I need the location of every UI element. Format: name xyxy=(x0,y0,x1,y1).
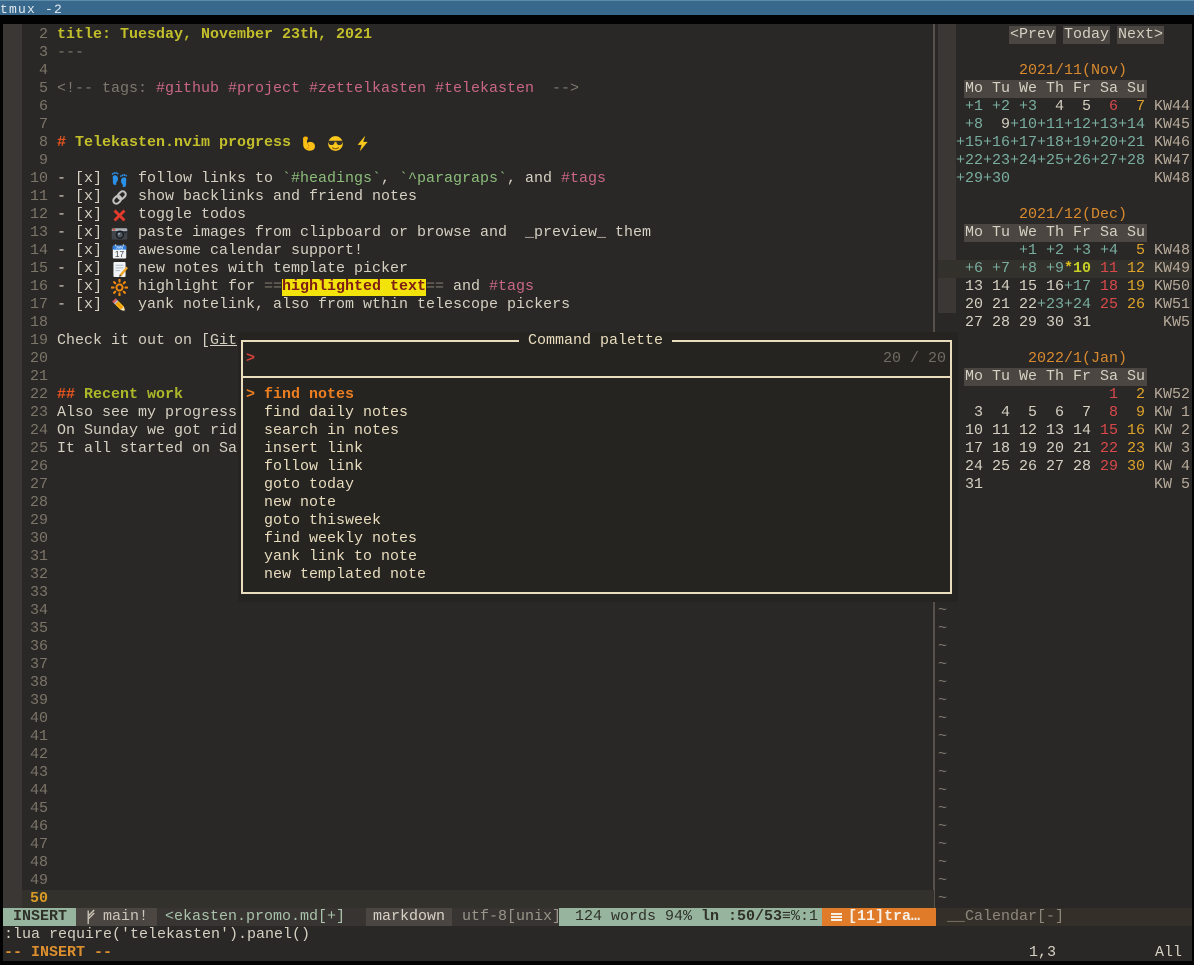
svg-text:17: 17 xyxy=(115,250,125,259)
